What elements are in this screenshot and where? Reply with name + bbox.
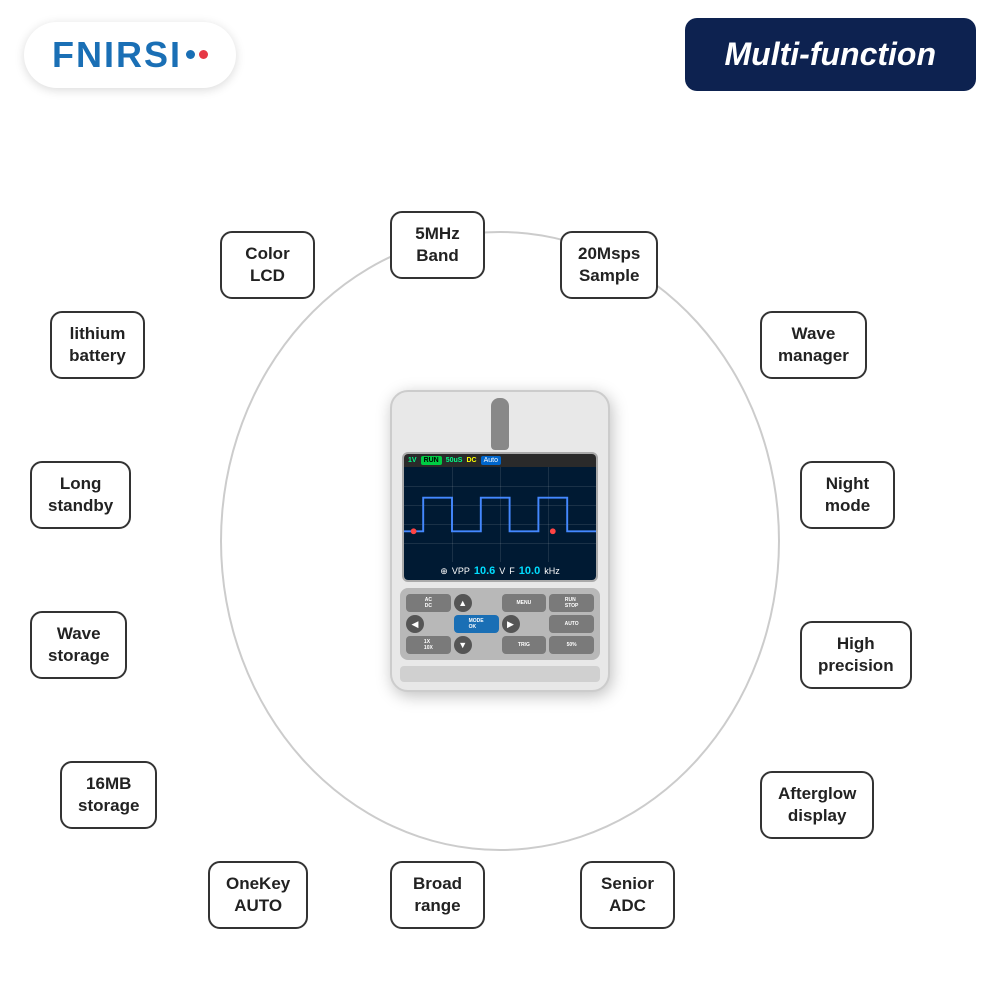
feature-5mhz-band: 5MHzBand bbox=[390, 211, 485, 279]
feature-afterglow-display: Afterglowdisplay bbox=[760, 771, 874, 839]
btn-menu: MENU bbox=[502, 594, 547, 612]
feature-16mb-storage: 16MBstorage bbox=[60, 761, 157, 829]
main-content: lithiumbattery ColorLCD 5MHzBand 20MspsSamp… bbox=[0, 101, 1000, 981]
oscilloscope-device: 1V RUN 50uS DC Auto bbox=[390, 390, 610, 692]
screen-dc: DC bbox=[466, 457, 476, 464]
logo-dots bbox=[186, 50, 208, 59]
feature-wave-storage: Wavestorage bbox=[30, 611, 127, 679]
screen-run: RUN bbox=[421, 456, 442, 465]
screen-v-unit: V bbox=[499, 566, 505, 576]
screen-footer: ⊕ VPP 10.6 V F 10.0 kHz bbox=[404, 562, 596, 580]
screen-freq-val: 10.0 bbox=[519, 565, 540, 577]
btn-up: ▲ bbox=[454, 594, 472, 612]
logo: FNIRSI bbox=[24, 22, 236, 88]
antenna bbox=[491, 398, 509, 450]
btn-right: ▶ bbox=[502, 615, 520, 633]
screen-header: 1V RUN 50uS DC Auto bbox=[404, 454, 596, 467]
feature-night-mode: Nightmode bbox=[800, 461, 895, 529]
logo-dot-blue bbox=[186, 50, 195, 59]
screen-hz-unit: kHz bbox=[544, 566, 560, 576]
feature-senior-adc: SeniorADC bbox=[580, 861, 675, 929]
btn-trig: TRIG bbox=[502, 636, 547, 654]
feature-long-standby: Longstandby bbox=[30, 461, 131, 529]
feature-wave-manager: Wavemanager bbox=[760, 311, 867, 379]
feature-20msps-sample: 20MspsSample bbox=[560, 231, 658, 299]
device-screen: 1V RUN 50uS DC Auto bbox=[402, 452, 598, 582]
screen-vpp-val: 10.6 bbox=[474, 565, 495, 577]
screen-body bbox=[404, 467, 596, 562]
btn-1x-10x: 1X10X bbox=[406, 636, 451, 654]
device-buttons: ACDC ▲ MENU RUNSTOP ◀ MODEOK ▶ AUTO 1X10… bbox=[400, 588, 600, 660]
feature-onekey-auto: OneKeyAUTO bbox=[208, 861, 308, 929]
btn-run-stop: RUNSTOP bbox=[549, 594, 594, 612]
device-container: 1V RUN 50uS DC Auto bbox=[390, 390, 610, 692]
btn-ac-dc: ACDC bbox=[406, 594, 451, 612]
screen-freq-label: F bbox=[509, 566, 515, 576]
btn-left: ◀ bbox=[406, 615, 424, 633]
screen-voltage: 1V bbox=[408, 457, 417, 464]
feature-high-precision: Highprecision bbox=[800, 621, 912, 689]
feature-broad-range: Broadrange bbox=[390, 861, 485, 929]
screen-time: 50uS bbox=[446, 457, 463, 464]
feature-lithium-battery: lithiumbattery bbox=[50, 311, 145, 379]
btn-50pct: 50% bbox=[549, 636, 594, 654]
feature-color-lcd: ColorLCD bbox=[220, 231, 315, 299]
screen-symbol: ⊕ bbox=[440, 566, 448, 577]
waveform-svg bbox=[404, 467, 596, 562]
logo-text: FNIRSI bbox=[52, 34, 182, 76]
screen-vpp-label: VPP bbox=[452, 566, 470, 576]
page-title: Multi-function bbox=[685, 18, 976, 91]
btn-auto: AUTO bbox=[549, 615, 594, 633]
device-bottom-bar bbox=[400, 666, 600, 682]
device-top bbox=[392, 392, 608, 446]
logo-dot-red bbox=[199, 50, 208, 59]
header: FNIRSI Multi-function bbox=[0, 0, 1000, 101]
btn-mode-ok: MODEOK bbox=[454, 615, 499, 633]
screen-auto: Auto bbox=[481, 456, 501, 465]
btn-down: ▼ bbox=[454, 636, 472, 654]
